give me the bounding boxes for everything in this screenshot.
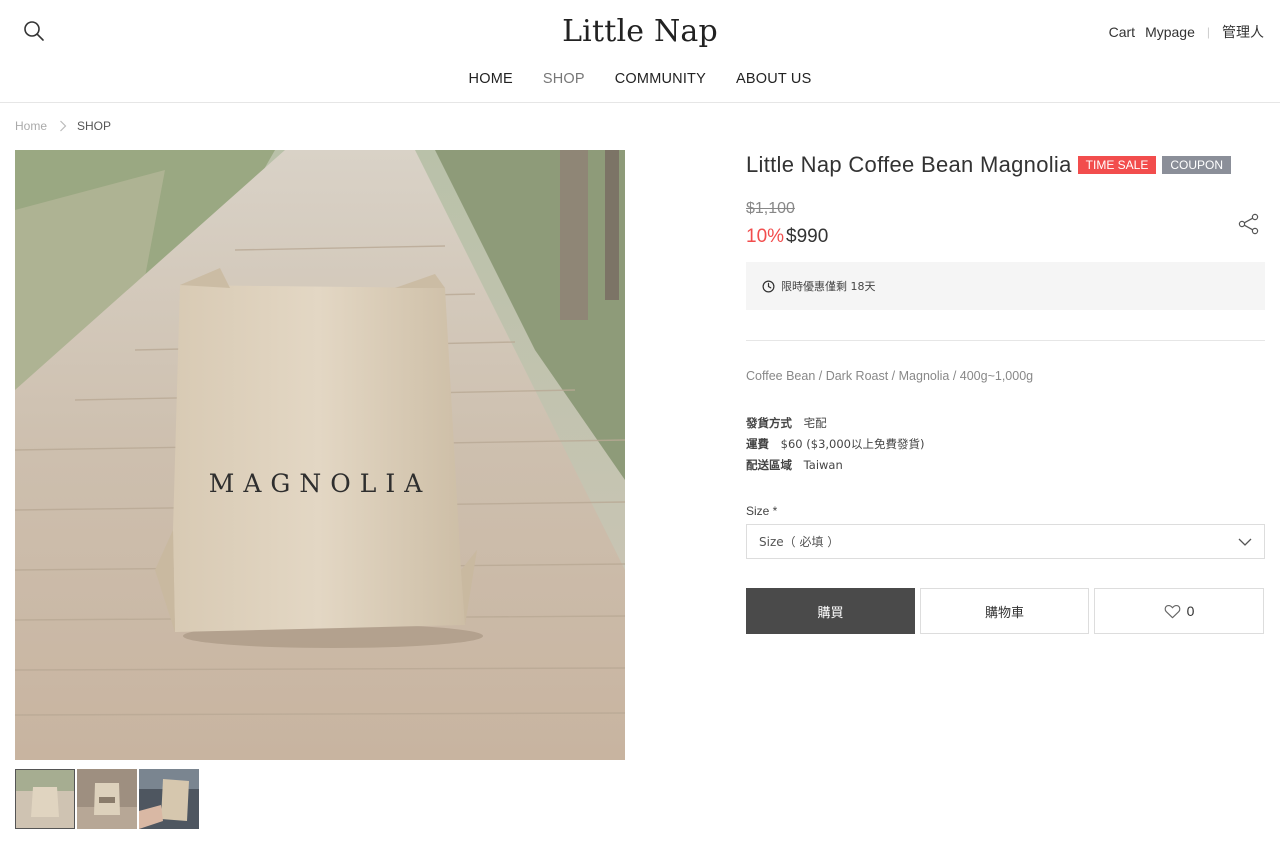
notice-text: 限時優惠僅剩 18天 (781, 280, 876, 293)
thumbnail-3[interactable] (139, 769, 199, 829)
nav-community[interactable]: COMMUNITY (615, 71, 706, 87)
shipping-area-value: Taiwan (803, 458, 843, 472)
sale-price: $990 (786, 226, 829, 247)
search-button[interactable] (22, 19, 46, 43)
shipping-fee-value: $60 ($3,000以上免費發貨) (780, 437, 925, 451)
shipping-area-row: 配送區域 Taiwan (746, 455, 1265, 476)
info-divider (746, 340, 1265, 341)
heart-icon (1164, 604, 1180, 618)
like-button[interactable]: 0 (1094, 588, 1264, 634)
thumbnail-2[interactable] (77, 769, 137, 829)
share-button[interactable] (1237, 212, 1261, 236)
nav-home[interactable]: HOME (469, 71, 513, 87)
time-sale-badge: TIME SALE (1077, 156, 1157, 174)
thumbnail-2-image (77, 769, 137, 829)
shipping-fee-row: 運費 $60 ($3,000以上免費發貨) (746, 434, 1265, 455)
top-links: Cart Mypage | 管理人 (1109, 22, 1264, 42)
shipping-method-value: 宅配 (803, 416, 827, 430)
buy-button[interactable]: 購買 (746, 588, 915, 634)
time-sale-notice: 限時優惠僅剩 18天 (746, 262, 1265, 310)
coupon-badge[interactable]: COUPON (1162, 156, 1232, 174)
shipping-info: 發貨方式 宅配 運費 $60 ($3,000以上免費發貨) 配送區域 Taiwa… (746, 413, 1265, 476)
thumbnail-1[interactable] (15, 769, 75, 829)
chevron-right-icon (60, 120, 67, 132)
like-count: 0 (1186, 603, 1195, 619)
link-separator: | (1206, 25, 1210, 39)
search-icon (24, 21, 44, 41)
shipping-area-key: 配送區域 (746, 458, 792, 472)
admin-link[interactable]: 管理人 (1222, 22, 1264, 42)
product-title: Little Nap Coffee Bean Magnolia (746, 152, 1072, 177)
thumbnail-strip (15, 769, 199, 829)
shipping-method-row: 發貨方式 宅配 (746, 413, 1265, 434)
size-label: Size * (746, 504, 778, 518)
product-main-image[interactable]: MAGNOLIA (15, 150, 625, 760)
product-summary: Coffee Bean / Dark Roast / Magnolia / 40… (746, 369, 1034, 383)
thumbnail-1-image (15, 769, 75, 829)
thumbnail-3-image (139, 769, 199, 829)
product-info: Little Nap Coffee Bean Magnolia TIME SAL… (746, 150, 1265, 634)
discount-rate: 10% (746, 226, 785, 247)
nav-shop[interactable]: SHOP (543, 71, 585, 87)
breadcrumb: Home SHOP (15, 119, 111, 133)
price-row: 10% $990 (746, 226, 1265, 248)
clock-icon (762, 280, 775, 292)
add-to-cart-button[interactable]: 購物車 (920, 588, 1089, 634)
size-select[interactable]: Size（ 必填 ） (746, 524, 1265, 559)
chevron-down-icon (1238, 538, 1252, 546)
action-buttons: 購買 購物車 0 (746, 588, 1265, 634)
bag-text: MAGNOLIA (209, 469, 432, 498)
shipping-method-key: 發貨方式 (746, 416, 792, 430)
breadcrumb-current[interactable]: SHOP (77, 119, 111, 133)
product-photo: MAGNOLIA (15, 150, 625, 760)
header-divider (0, 102, 1280, 103)
main-nav: HOME SHOP COMMUNITY ABOUT US (0, 71, 1280, 87)
size-select-value: Size（ 必填 ） (759, 535, 840, 549)
nav-about-us[interactable]: ABOUT US (736, 71, 811, 87)
cart-link[interactable]: Cart (1109, 24, 1135, 40)
mypage-link[interactable]: Mypage (1145, 24, 1195, 40)
original-price: $1,100 (746, 200, 795, 217)
site-logo[interactable]: Little Nap (562, 14, 718, 49)
share-icon (1238, 213, 1259, 235)
breadcrumb-home[interactable]: Home (15, 119, 47, 133)
shipping-fee-key: 運費 (746, 437, 769, 451)
site-logo-wrapper: Little Nap (0, 14, 1280, 49)
title-row: Little Nap Coffee Bean Magnolia TIME SAL… (746, 152, 1265, 178)
